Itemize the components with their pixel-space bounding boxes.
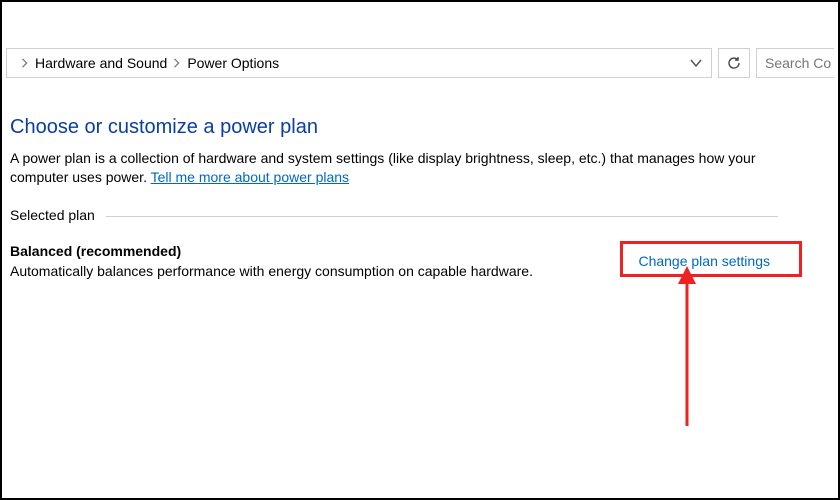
refresh-button[interactable]: [718, 48, 750, 78]
group-divider: [106, 216, 778, 217]
chevron-right-icon: [21, 58, 29, 68]
chevron-right-icon: [173, 58, 181, 68]
plan-info: Balanced (recommended) Automatically bal…: [10, 243, 628, 279]
plan-description: Automatically balances performance with …: [10, 263, 628, 279]
refresh-icon: [726, 55, 742, 71]
breadcrumb-item-power[interactable]: Power Options: [187, 55, 279, 71]
change-link-wrap: Change plan settings: [628, 245, 780, 277]
search-input[interactable]: [765, 55, 834, 71]
group-legend: Selected plan: [10, 207, 95, 225]
chevron-down-icon[interactable]: [689, 58, 703, 68]
plan-row: Balanced (recommended) Automatically bal…: [10, 243, 780, 279]
page-title: Choose or customize a power plan: [10, 116, 838, 139]
description-text: A power plan is a collection of hardware…: [10, 150, 756, 185]
page-description: A power plan is a collection of hardware…: [10, 149, 770, 187]
breadcrumb-item-hardware[interactable]: Hardware and Sound: [35, 55, 167, 71]
breadcrumb[interactable]: Hardware and Sound Power Options: [6, 48, 712, 78]
search-box[interactable]: [756, 48, 834, 78]
annotation-arrow-icon: [672, 266, 702, 436]
selected-plan-group: Selected plan Balanced (recommended) Aut…: [10, 207, 838, 279]
plan-name: Balanced (recommended): [10, 243, 628, 259]
content-area: Choose or customize a power plan A power…: [2, 80, 838, 279]
address-bar: Hardware and Sound Power Options: [6, 46, 834, 80]
change-plan-settings-link[interactable]: Change plan settings: [628, 245, 780, 277]
help-link[interactable]: Tell me more about power plans: [151, 169, 349, 185]
